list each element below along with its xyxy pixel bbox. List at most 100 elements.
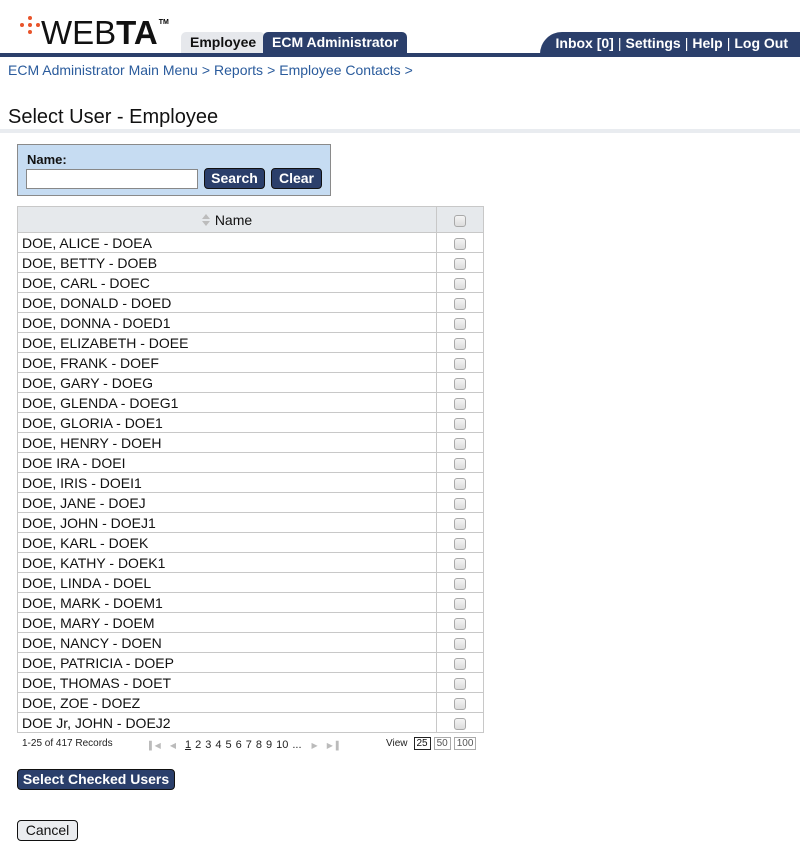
breadcrumb-reports[interactable]: Reports (214, 62, 263, 78)
user-name-cell: DOE, MARK - DOEM1 (17, 592, 437, 613)
row-checkbox-cell (436, 532, 484, 553)
user-name-cell: DOE, GARY - DOEG (17, 372, 437, 393)
name-search-input[interactable] (26, 169, 198, 189)
breadcrumb-main-menu[interactable]: ECM Administrator Main Menu (8, 62, 198, 78)
row-checkbox-cell (436, 652, 484, 673)
row-checkbox[interactable] (454, 517, 466, 530)
separator: | (726, 35, 731, 51)
page-link-5[interactable]: 5 (225, 739, 231, 751)
table-row: DOE, ALICE - DOEA (17, 232, 484, 253)
page-link-4[interactable]: 4 (215, 739, 221, 751)
user-name-cell: DOE, JANE - DOEJ (17, 492, 437, 513)
search-button[interactable]: Search (204, 168, 265, 189)
page-link-6[interactable]: 6 (236, 739, 242, 751)
page-link-3[interactable]: 3 (205, 739, 211, 751)
row-checkbox[interactable] (454, 637, 466, 650)
page-title: Select User - Employee (8, 106, 219, 128)
row-checkbox[interactable] (454, 497, 466, 510)
cancel-button[interactable]: Cancel (17, 820, 78, 841)
webta-logo: WEBTA TM (20, 16, 169, 52)
logo-text: WEBTA (41, 14, 158, 51)
separator: | (617, 35, 622, 51)
row-checkbox[interactable] (454, 477, 466, 490)
row-checkbox[interactable] (454, 417, 466, 430)
page-size-25[interactable]: 25 (413, 737, 431, 750)
row-checkbox[interactable] (454, 717, 466, 730)
table-row: DOE, LINDA - DOEL (17, 572, 484, 593)
page-size-50[interactable]: 50 (433, 737, 451, 750)
row-checkbox-cell (436, 492, 484, 513)
clear-button[interactable]: Clear (271, 168, 322, 189)
row-checkbox-cell (436, 372, 484, 393)
table-row: DOE, JANE - DOEJ (17, 492, 484, 513)
page-link-10[interactable]: 10 (276, 739, 288, 751)
user-name-cell: DOE, GLENDA - DOEG1 (17, 392, 437, 413)
row-checkbox-cell (436, 292, 484, 313)
page-size-100[interactable]: 100 (453, 737, 477, 750)
prev-page-icon[interactable]: ◀ (170, 741, 176, 750)
row-checkbox[interactable] (454, 237, 466, 250)
row-checkbox[interactable] (454, 257, 466, 270)
last-page-icon[interactable]: ▶▐ (327, 741, 339, 750)
inbox-link[interactable]: Inbox [0] (556, 35, 614, 51)
select-all-checkbox[interactable] (454, 214, 466, 227)
table-row: DOE, HENRY - DOEH (17, 432, 484, 453)
table-row: DOE, CARL - DOEC (17, 272, 484, 293)
app-header: WEBTA TM Employee ECM Administrator Inbo… (0, 0, 800, 57)
row-checkbox[interactable] (454, 377, 466, 390)
row-checkbox[interactable] (454, 537, 466, 550)
pagination: ▌◀ ◀ 1 2 3 4 5 6 7 8 9 10 ... ▶ ▶▐ (149, 739, 348, 751)
name-column-header[interactable]: Name (17, 206, 437, 233)
table-row: DOE, GLENDA - DOEG1 (17, 392, 484, 413)
page-link-9[interactable]: 9 (266, 739, 272, 751)
row-checkbox[interactable] (454, 577, 466, 590)
page-link-2[interactable]: 2 (195, 739, 201, 751)
row-checkbox[interactable] (454, 277, 466, 290)
row-checkbox[interactable] (454, 677, 466, 690)
tab-employee[interactable]: Employee (181, 32, 266, 53)
row-checkbox-cell (436, 392, 484, 413)
row-checkbox[interactable] (454, 357, 466, 370)
view-label: View (386, 738, 408, 749)
sort-icon (201, 213, 210, 226)
user-name-cell: DOE, KARL - DOEK (17, 532, 437, 553)
page-link-7[interactable]: 7 (246, 739, 252, 751)
user-name-cell: DOE, ZOE - DOEZ (17, 692, 437, 713)
row-checkbox[interactable] (454, 337, 466, 350)
row-checkbox[interactable] (454, 437, 466, 450)
row-checkbox-cell (436, 352, 484, 373)
help-link[interactable]: Help (692, 35, 722, 51)
row-checkbox[interactable] (454, 397, 466, 410)
row-checkbox[interactable] (454, 657, 466, 670)
select-checked-users-button[interactable]: Select Checked Users (17, 769, 175, 790)
row-checkbox-cell (436, 552, 484, 573)
row-checkbox-cell (436, 612, 484, 633)
next-page-icon[interactable]: ▶ (312, 741, 318, 750)
settings-link[interactable]: Settings (625, 35, 680, 51)
row-checkbox[interactable] (454, 297, 466, 310)
page-link-1[interactable]: 1 (185, 739, 191, 751)
row-checkbox[interactable] (454, 317, 466, 330)
row-checkbox[interactable] (454, 457, 466, 470)
first-page-icon[interactable]: ▌◀ (149, 741, 161, 750)
separator: | (684, 35, 689, 51)
breadcrumb-employee-contacts[interactable]: Employee Contacts (279, 62, 400, 78)
user-name-cell: DOE, BETTY - DOEB (17, 252, 437, 273)
breadcrumb-separator: > (201, 62, 211, 78)
tab-ecm-administrator[interactable]: ECM Administrator (263, 32, 408, 53)
logo-dots-icon (20, 16, 40, 46)
table-row: DOE, THOMAS - DOET (17, 672, 484, 693)
header-divider (0, 53, 800, 57)
row-checkbox[interactable] (454, 557, 466, 570)
page-link-8[interactable]: 8 (256, 739, 262, 751)
table-body: DOE, ALICE - DOEA DOE, BETTY - DOEB DOE, C… (17, 232, 484, 733)
user-name-cell: DOE, FRANK - DOEF (17, 352, 437, 373)
table-row: DOE, IRIS - DOEI1 (17, 472, 484, 493)
logout-link[interactable]: Log Out (734, 35, 788, 51)
row-checkbox[interactable] (454, 617, 466, 630)
user-name-cell: DOE, ELIZABETH - DOEE (17, 332, 437, 353)
row-checkbox-cell (436, 272, 484, 293)
row-checkbox[interactable] (454, 597, 466, 610)
user-name-cell: DOE, JOHN - DOEJ1 (17, 512, 437, 533)
row-checkbox[interactable] (454, 697, 466, 710)
